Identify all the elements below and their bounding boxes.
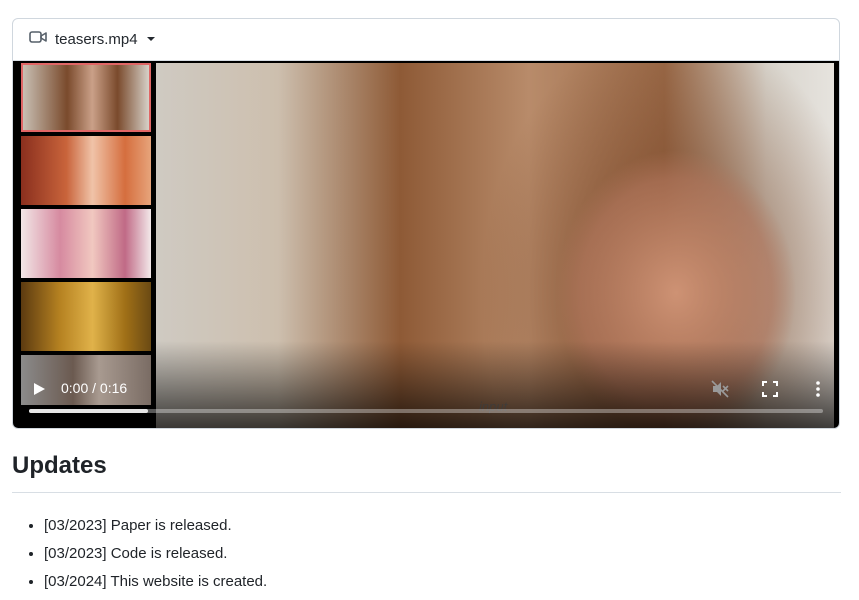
thumbnail-4[interactable] [21, 282, 151, 351]
video-controls: 0:00 / 0:16 input [13, 367, 839, 428]
muted-icon[interactable] [711, 380, 729, 398]
video-file-card: teasers.mp4 0:00 / 0:16 input [12, 18, 840, 429]
heading-divider [12, 492, 841, 493]
file-selector-button[interactable]: teasers.mp4 [29, 30, 156, 49]
progress-buffer [29, 409, 149, 413]
more-options-icon[interactable] [809, 380, 827, 398]
caret-down-icon [146, 31, 156, 49]
list-item: [03/2023] Code is released. [44, 540, 267, 568]
progress-bar[interactable] [29, 409, 823, 413]
fullscreen-icon[interactable] [761, 380, 779, 398]
video-player[interactable]: 0:00 / 0:16 input [13, 61, 839, 428]
updates-heading: Updates [12, 452, 107, 479]
thumbnail-3[interactable] [21, 209, 151, 278]
file-header: teasers.mp4 [13, 19, 839, 61]
video-camera-icon [29, 30, 47, 49]
file-name: teasers.mp4 [55, 31, 138, 48]
list-item: [03/2023] Paper is released. [44, 512, 267, 540]
thumbnail-strip [21, 63, 154, 409]
thumbnail-2[interactable] [21, 136, 151, 205]
play-icon[interactable] [31, 381, 47, 397]
thumbnail-1[interactable] [21, 63, 151, 132]
time-display: 0:00 / 0:16 [61, 380, 128, 396]
updates-list: [03/2023] Paper is released. [03/2023] C… [12, 512, 267, 596]
list-item: [03/2024] This website is created. [44, 568, 267, 596]
